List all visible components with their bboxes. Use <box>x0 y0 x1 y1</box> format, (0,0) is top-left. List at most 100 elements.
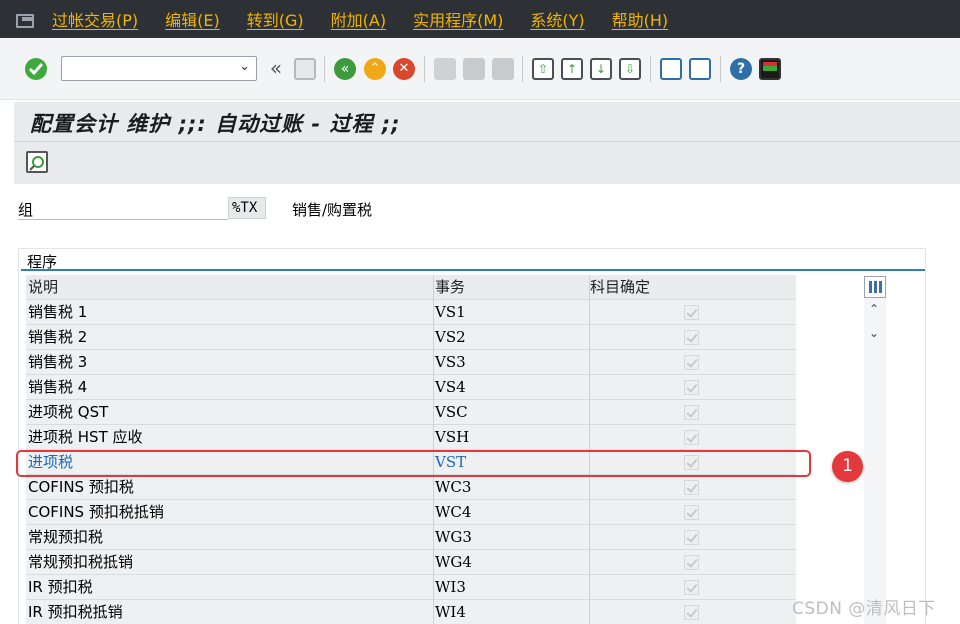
checkbox-checked-icon <box>684 555 699 570</box>
checkbox-checked-icon <box>684 530 699 545</box>
row-transaction-code[interactable]: VS1 <box>433 300 589 325</box>
sap-menu-icon[interactable] <box>16 12 38 28</box>
create-session-icon[interactable] <box>660 58 682 80</box>
row-transaction-code[interactable]: WC4 <box>433 500 589 525</box>
prev-page-icon[interactable]: ↑ <box>561 58 583 80</box>
table-row[interactable]: IR 预扣税 WI3 <box>26 575 796 600</box>
column-settings-icon[interactable] <box>864 276 886 298</box>
row-transaction-code[interactable]: VSC <box>433 400 589 425</box>
menu-posting[interactable]: 过帐交易(P) <box>52 7 138 31</box>
find-icon[interactable] <box>463 58 485 80</box>
menu-extras[interactable]: 附加(A) <box>331 7 386 31</box>
row-description[interactable]: 进项税 QST <box>28 400 432 425</box>
last-page-icon[interactable]: ⇩ <box>619 58 641 80</box>
toolbar-separator <box>720 56 721 82</box>
table-row[interactable]: 常规预扣税 WG3 <box>26 525 796 550</box>
table-row[interactable]: COFINS 预扣税抵销 WC4 <box>26 500 796 525</box>
scroll-down-icon[interactable]: ⌄ <box>869 326 879 340</box>
row-transaction-code[interactable]: WC3 <box>433 475 589 500</box>
row-transaction-code[interactable]: WI3 <box>433 575 589 600</box>
menu-utilities[interactable]: 实用程序(M) <box>413 7 503 31</box>
enter-icon[interactable] <box>25 58 47 80</box>
table-row[interactable]: 销售税 4 VS4 <box>26 375 796 400</box>
row-description[interactable]: 常规预扣税 <box>28 525 432 550</box>
checkbox-checked-icon <box>684 355 699 370</box>
details-icon[interactable] <box>26 151 48 173</box>
exit-icon[interactable]: ⌃ <box>364 58 386 80</box>
row-transaction-code[interactable]: VS4 <box>433 375 589 400</box>
group-value-field: %TX <box>228 197 266 219</box>
row-description[interactable]: IR 预扣税抵销 <box>28 600 432 624</box>
column-header-transaction[interactable]: 事务 <box>433 275 589 300</box>
help-icon[interactable]: ? <box>730 58 752 80</box>
layout-icon[interactable] <box>759 58 781 80</box>
row-description[interactable]: 销售税 1 <box>28 300 432 325</box>
row-transaction-code[interactable]: WG4 <box>433 550 589 575</box>
scroll-up-icon[interactable]: ⌃ <box>869 302 879 316</box>
row-transaction-code[interactable]: WG3 <box>433 525 589 550</box>
checkbox-checked-icon <box>684 380 699 395</box>
toolbar-separator <box>522 56 523 82</box>
checkbox-checked-icon <box>684 605 699 620</box>
command-field[interactable]: ⌄ <box>61 56 257 81</box>
row-description[interactable]: COFINS 预扣税 <box>28 475 432 500</box>
print-icon[interactable] <box>434 58 456 80</box>
checkbox-checked-icon <box>684 430 699 445</box>
table-row[interactable]: 销售税 2 VS2 <box>26 325 796 350</box>
table-header-row: 说明 事务 科目确定 <box>26 275 796 300</box>
row-transaction-code[interactable]: WI4 <box>433 600 589 624</box>
table-row[interactable]: 进项税 HST 应收 VSH <box>26 425 796 450</box>
table-row[interactable]: 进项税 QST VSC <box>26 400 796 425</box>
row-description[interactable]: 销售税 2 <box>28 325 432 350</box>
checkbox-checked-icon <box>684 480 699 495</box>
shortcut-icon[interactable] <box>689 58 711 80</box>
row-transaction-code[interactable]: VS2 <box>433 325 589 350</box>
menu-bar: 过帐交易(P) 编辑(E) 转到(G) 附加(A) 实用程序(M) 系统(Y) … <box>0 0 960 38</box>
row-account-determination <box>589 575 795 600</box>
column-header-description[interactable]: 说明 <box>28 275 432 300</box>
menu-goto[interactable]: 转到(G) <box>247 7 304 31</box>
row-account-determination <box>589 500 795 525</box>
checkbox-checked-icon <box>684 305 699 320</box>
back-icon[interactable]: « <box>265 58 287 80</box>
standard-toolbar: ⌄ « « ⌃ ✕ ⇧ ↑ ↓ ⇩ ? <box>0 38 960 100</box>
group-description: 销售/购置税 <box>292 201 373 219</box>
screen-title-bar: 配置会计 维护 ;;: 自动过账 - 过程 ;; <box>14 102 960 142</box>
first-page-icon[interactable]: ⇧ <box>532 58 554 80</box>
checkbox-checked-icon <box>684 580 699 595</box>
table-row[interactable]: 销售税 1 VS1 <box>26 300 796 325</box>
menu-edit[interactable]: 编辑(E) <box>165 7 220 31</box>
row-transaction-code[interactable]: VSH <box>433 425 589 450</box>
group-label: 组 <box>18 199 228 220</box>
row-account-determination <box>589 375 795 400</box>
chevron-down-icon[interactable]: ⌄ <box>239 59 250 74</box>
row-description[interactable]: COFINS 预扣税抵销 <box>28 500 432 525</box>
annotation-badge: 1 <box>832 451 863 482</box>
row-account-determination <box>589 300 795 325</box>
row-description[interactable]: 常规预扣税抵销 <box>28 550 432 575</box>
save-icon[interactable] <box>294 58 316 80</box>
row-account-determination <box>589 525 795 550</box>
table-row[interactable]: COFINS 预扣税 WC3 <box>26 475 796 500</box>
table-scrollbar[interactable]: ⌃ ⌄ <box>864 298 886 624</box>
row-description[interactable]: 进项税 HST 应收 <box>28 425 432 450</box>
row-account-determination <box>589 400 795 425</box>
row-account-determination <box>589 425 795 450</box>
back-green-icon[interactable]: « <box>334 58 356 80</box>
next-page-icon[interactable]: ↓ <box>590 58 612 80</box>
column-header-account-determination[interactable]: 科目确定 <box>589 275 795 300</box>
cancel-icon[interactable]: ✕ <box>393 58 415 80</box>
menu-help[interactable]: 帮助(H) <box>612 7 669 31</box>
table-row[interactable]: IR 预扣税抵销 WI4 <box>26 600 796 624</box>
menu-system[interactable]: 系统(Y) <box>530 7 584 31</box>
table-row[interactable]: 销售税 3 VS3 <box>26 350 796 375</box>
row-transaction-code[interactable]: VS3 <box>433 350 589 375</box>
page-title: 配置会计 维护 ;;: 自动过账 - 过程 ;; <box>30 112 401 136</box>
table-row[interactable]: 常规预扣税抵销 WG4 <box>26 550 796 575</box>
row-description[interactable]: 销售税 4 <box>28 375 432 400</box>
panel-title-underline <box>21 269 925 271</box>
find-next-icon[interactable] <box>492 58 514 80</box>
watermark: CSDN @清风日下 <box>792 599 936 619</box>
row-description[interactable]: 销售税 3 <box>28 350 432 375</box>
row-description[interactable]: IR 预扣税 <box>28 575 432 600</box>
